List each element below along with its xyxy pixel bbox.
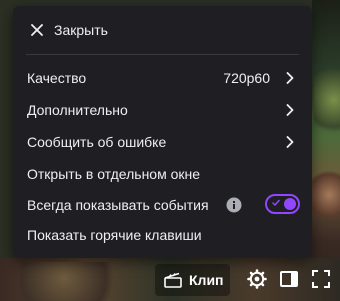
video-scene-detail xyxy=(314,60,340,140)
info-icon[interactable] xyxy=(226,197,242,213)
close-label: Закрыть xyxy=(54,22,108,38)
video-player[interactable]: Закрыть Качество 720p60 Дополнительно Со… xyxy=(0,0,340,301)
menu-item-popout[interactable]: Открыть в отдельном окне xyxy=(13,159,312,189)
fullscreen-icon[interactable] xyxy=(311,269,331,289)
toggle-knob xyxy=(284,198,296,210)
chevron-right-icon xyxy=(286,72,294,84)
menu-item-quality[interactable]: Качество 720p60 xyxy=(13,63,312,93)
close-menu-button[interactable]: Закрыть xyxy=(13,6,312,54)
clip-button[interactable]: Клип xyxy=(155,264,230,296)
menu-item-hotkeys[interactable]: Показать горячие клавиши xyxy=(13,220,312,250)
chevron-right-icon xyxy=(286,136,294,148)
check-icon xyxy=(272,199,280,206)
player-controls: Клип xyxy=(0,258,340,301)
menu-item-label: Открыть в отдельном окне xyxy=(27,166,201,182)
menu-item-always-show-events: Всегда показывать события xyxy=(13,190,312,220)
menu-item-label: Сообщить об ошибке xyxy=(27,134,167,150)
theatre-mode-icon[interactable] xyxy=(279,269,299,289)
chevron-right-icon xyxy=(286,104,294,116)
menu-item-label: Показать горячие клавиши xyxy=(27,227,202,243)
video-scene-right xyxy=(312,0,340,301)
menu-item-label: Качество xyxy=(27,70,87,86)
gear-icon[interactable] xyxy=(247,269,267,289)
close-icon[interactable] xyxy=(31,24,43,36)
clip-icon xyxy=(164,272,182,288)
menu-item-label: Дополнительно xyxy=(27,102,128,118)
settings-menu: Закрыть Качество 720p60 Дополнительно Со… xyxy=(13,6,312,258)
menu-item-advanced[interactable]: Дополнительно xyxy=(13,95,312,125)
menu-divider xyxy=(26,54,299,55)
always-show-events-toggle[interactable] xyxy=(265,194,300,214)
clip-label: Клип xyxy=(189,272,224,288)
video-scene-detail xyxy=(312,165,340,225)
menu-item-report-issue[interactable]: Сообщить об ошибке xyxy=(13,127,312,157)
menu-item-label: Всегда показывать события xyxy=(27,197,209,213)
quality-value: 720p60 xyxy=(223,70,270,86)
